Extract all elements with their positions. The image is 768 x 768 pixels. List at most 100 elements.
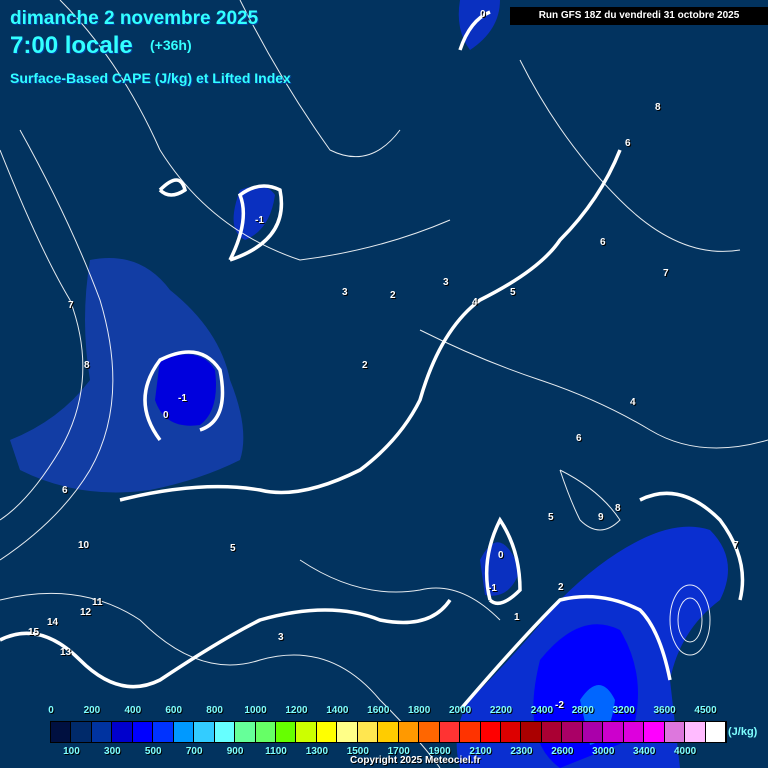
li-label: 8 — [615, 503, 621, 514]
legend-bottom-label: 3000 — [592, 746, 615, 757]
legend-top-label: 0 — [48, 705, 54, 716]
colorbar-swatch — [296, 722, 317, 742]
colorbar-swatch — [562, 722, 583, 742]
legend-top-label: 2000 — [448, 705, 472, 716]
legend-bottom-label: 700 — [185, 746, 203, 757]
legend-top-label: 3200 — [612, 705, 635, 716]
li-label: 9 — [598, 512, 604, 523]
colorbar-swatch — [357, 722, 379, 742]
legend-top-label: 2800 — [571, 705, 594, 716]
legend-top-label: 600 — [165, 705, 183, 716]
li-label: 5 — [230, 543, 236, 554]
parameter-title: Surface-Based CAPE (J/kg) et Lifted Inde… — [10, 70, 291, 86]
li-label: 10 — [78, 540, 90, 551]
colorbar-swatch — [500, 722, 522, 742]
legend-bottom-label: 100 — [63, 746, 80, 757]
colorbar-swatch — [255, 722, 276, 742]
legend-top-label: 1400 — [326, 705, 349, 716]
li-label: 8 — [655, 102, 661, 113]
li-label: 4 — [472, 297, 478, 308]
colorbar-swatch — [419, 722, 440, 742]
colorbar-swatch — [664, 722, 686, 742]
li-label: 0 — [163, 410, 169, 421]
li-label: 13 — [60, 647, 72, 658]
colorbar-swatch — [132, 722, 154, 742]
weather-map: dimanche 2 novembre 2025 7:00 locale (+3… — [0, 0, 768, 768]
legend-top-label: 200 — [83, 705, 101, 716]
forecast-time: 7:00 locale — [10, 32, 133, 59]
colorbar-swatch — [194, 722, 215, 742]
legend-top-label: 1600 — [367, 705, 390, 716]
legend-bottom-label: 4000 — [673, 746, 697, 757]
legend-top-label: 4500 — [694, 705, 717, 716]
li-label: -1 — [488, 583, 497, 594]
li-label: 15 — [28, 627, 40, 638]
li-label: 7 — [733, 540, 739, 551]
colorbar-swatch — [460, 722, 481, 742]
li-label: 6 — [62, 485, 68, 496]
colorbar-swatch — [439, 722, 461, 742]
li-label: -2 — [555, 700, 564, 711]
colorbar-swatch — [644, 722, 665, 742]
li-label: 6 — [576, 433, 582, 444]
cape-colorbar — [50, 721, 727, 743]
li-label: 5 — [548, 512, 554, 523]
li-label: 6 — [625, 138, 631, 149]
legend-top-label: 1800 — [408, 705, 431, 716]
li-label: 0 — [480, 9, 486, 20]
legend-bottom-label: 2600 — [551, 746, 574, 757]
legend-top-label: 2200 — [489, 705, 513, 716]
li-label: 0 — [498, 550, 504, 561]
legend-bottom-label: 1300 — [305, 746, 329, 757]
colorbar-swatch — [71, 722, 92, 742]
copyright: Copyright 2025 Meteociel.fr — [350, 755, 481, 766]
li-label: 4 — [630, 397, 636, 408]
legend-top-label: 800 — [206, 705, 223, 716]
colorbar-swatch — [214, 722, 236, 742]
forecast-lead: (+36h) — [150, 37, 192, 53]
colorbar-swatch — [378, 722, 399, 742]
li-label: 2 — [390, 290, 396, 301]
li-label: 11 — [92, 597, 103, 608]
li-label: 7 — [68, 300, 74, 311]
colorbar-swatch — [541, 722, 563, 742]
colorbar-swatch — [623, 722, 645, 742]
colorbar-swatch — [153, 722, 174, 742]
legend-bottom-label: 1100 — [265, 746, 287, 757]
colorbar-swatch — [112, 722, 133, 742]
legend-bottom-label: 900 — [226, 746, 244, 757]
legend-bottom-label: 3400 — [633, 746, 656, 757]
li-label: 1 — [514, 612, 520, 623]
colorbar-swatch — [705, 722, 726, 742]
li-label: 12 — [80, 607, 92, 618]
colorbar-swatch — [685, 722, 706, 742]
colorbar-swatch — [337, 722, 358, 742]
li-label: 8 — [84, 360, 90, 371]
colorbar-swatch — [51, 722, 72, 742]
li-label: 6 — [600, 237, 606, 248]
li-label: -1 — [255, 215, 264, 226]
legend-unit: (J/kg) — [728, 726, 758, 738]
colorbar-swatch — [275, 722, 297, 742]
colorbar-swatch — [235, 722, 256, 742]
colorbar-swatch — [173, 722, 195, 742]
colorbar-swatch — [521, 722, 542, 742]
legend-top-label: 1000 — [244, 705, 267, 716]
li-label: 7 — [663, 268, 669, 279]
li-label: 2 — [558, 582, 564, 593]
li-label: 2 — [362, 360, 368, 371]
li-label: 3 — [443, 277, 449, 288]
li-label: -1 — [178, 393, 187, 404]
colorbar-swatch — [603, 722, 624, 742]
forecast-date: dimanche 2 novembre 2025 — [10, 8, 259, 29]
legend-bottom-label: 300 — [104, 746, 121, 757]
legend-bottom-label: 2300 — [510, 746, 533, 757]
colorbar-swatch — [398, 722, 420, 742]
colorbar-swatch — [316, 722, 338, 742]
colorbar-swatch — [582, 722, 604, 742]
li-label: 3 — [278, 632, 284, 643]
model-run-label: Run GFS 18Z du vendredi 31 octobre 2025 — [510, 7, 768, 25]
legend-top-label: 400 — [124, 705, 142, 716]
colorbar-swatch — [480, 722, 501, 742]
colorbar-swatch — [91, 722, 113, 742]
